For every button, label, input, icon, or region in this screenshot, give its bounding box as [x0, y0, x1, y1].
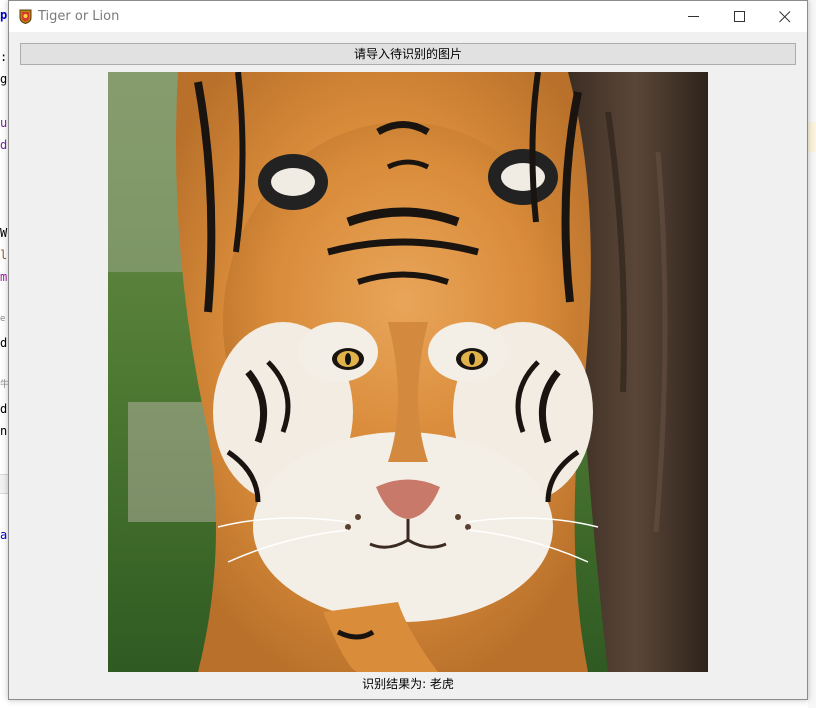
bg-right-panel	[808, 0, 816, 708]
tiger-photo	[108, 72, 708, 672]
bg-highlight	[808, 122, 816, 152]
close-button[interactable]	[762, 1, 808, 32]
minimize-icon	[688, 16, 699, 17]
window-title: Tiger or Lion	[38, 9, 120, 24]
minimize-button[interactable]	[671, 1, 717, 32]
maximize-button[interactable]	[717, 1, 763, 32]
bg-code-fragment: a	[0, 528, 8, 542]
app-window: Tiger or Lion 请导入待识别的图片 识别结果为: 老虎	[8, 0, 808, 700]
app-icon	[18, 9, 33, 25]
title-bar[interactable]: Tiger or Lion	[9, 1, 807, 32]
bg-code-fragment: :	[0, 50, 8, 64]
recognition-result: 识别结果为: 老虎	[362, 677, 454, 691]
import-image-button[interactable]: 请导入待识别的图片	[20, 43, 796, 65]
bg-code-fragment: e	[0, 314, 6, 324]
bg-code-fragment: p	[0, 8, 8, 22]
maximize-icon	[734, 11, 745, 22]
close-icon	[779, 11, 791, 23]
